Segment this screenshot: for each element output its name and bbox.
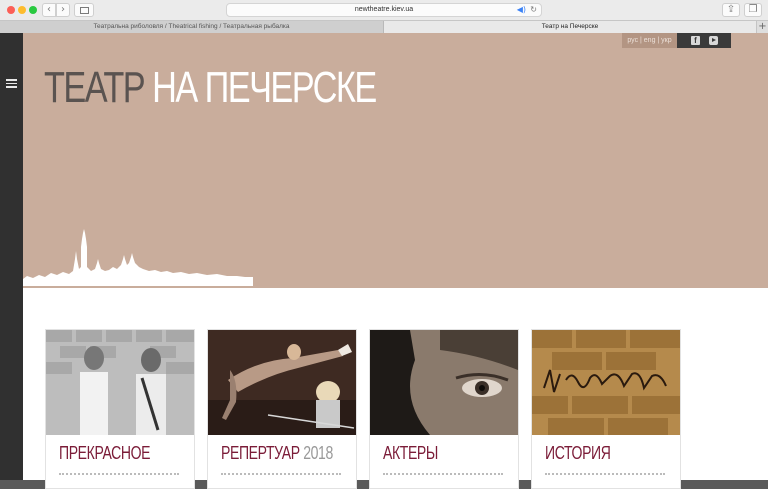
forward-button[interactable]: › xyxy=(56,3,70,17)
card-subtitle-dots xyxy=(221,473,341,476)
card-beautiful[interactable]: ПРЕКРАСНОЕ xyxy=(45,329,195,489)
side-menu-rail xyxy=(0,33,23,480)
card-image-repertoire xyxy=(208,330,356,435)
minimize-window-button[interactable] xyxy=(18,6,26,14)
tab-theatrical-fishing[interactable]: Театральна риболовля / Theatrical fishin… xyxy=(0,21,384,33)
card-history[interactable]: ИСТОРИЯ xyxy=(531,329,681,489)
close-window-button[interactable] xyxy=(7,6,15,14)
card-image-history xyxy=(532,330,680,435)
card-subtitle-dots xyxy=(59,473,179,476)
card-title-beautiful: ПРЕКРАСНОЕ xyxy=(59,443,151,463)
back-button[interactable]: ‹ xyxy=(42,3,56,17)
address-bar[interactable]: newtheatre.kiev.ua ◀) ↻ xyxy=(226,3,542,17)
card-image-beautiful xyxy=(46,330,194,435)
card-year: 2018 xyxy=(303,443,333,463)
card-repertoire[interactable]: РЕПЕРТУАР 2018 xyxy=(207,329,357,489)
card-title-history: ИСТОРИЯ xyxy=(545,443,611,463)
address-url: newtheatre.kiev.ua xyxy=(354,6,414,13)
kyiv-skyline-silhouette xyxy=(23,229,253,286)
reload-icon[interactable]: ↻ xyxy=(530,4,537,16)
card-subtitle-dots xyxy=(383,473,503,476)
zoom-window-button[interactable] xyxy=(29,6,37,14)
language-switcher[interactable]: рус | eng | укр xyxy=(622,33,677,48)
tab-overview-button[interactable]: ❐ xyxy=(744,3,762,17)
hero-banner: ТЕАТР НА ПЕЧЕРСКЕ рус | eng | укр f xyxy=(23,33,768,286)
site-title[interactable]: ТЕАТР НА ПЕЧЕРСКЕ xyxy=(44,58,377,118)
sidebar-icon xyxy=(79,7,89,14)
share-button[interactable]: ⇪ xyxy=(722,3,740,17)
browser-toolbar: ‹ › newtheatre.kiev.ua ◀) ↻ ⇪ ❐ xyxy=(0,0,768,20)
main-content: ПРЕКРАСНОЕ РЕПЕРТУАР 2018 АКТЕРЫ ИСТОРИЯ xyxy=(23,290,768,489)
browser-chrome: ‹ › newtheatre.kiev.ua ◀) ↻ ⇪ ❐ Театраль… xyxy=(0,0,768,33)
new-tab-button[interactable]: + xyxy=(756,21,768,33)
site-title-part1: ТЕАТР xyxy=(44,63,146,112)
card-actors[interactable]: АКТЕРЫ xyxy=(369,329,519,489)
tabs-icon: ❐ xyxy=(748,4,758,15)
chevron-right-icon: › xyxy=(61,4,65,15)
hamburger-menu-icon[interactable] xyxy=(6,79,17,88)
youtube-icon[interactable] xyxy=(709,36,718,45)
share-icon: ⇪ xyxy=(726,4,736,15)
chevron-left-icon: ‹ xyxy=(47,4,51,15)
speaker-icon[interactable]: ◀) xyxy=(517,4,526,16)
tab-theatre-pechersk[interactable]: Театр на Печерске xyxy=(384,21,756,33)
social-links: f xyxy=(677,33,731,48)
facebook-icon[interactable]: f xyxy=(691,36,700,45)
card-title-actors: АКТЕРЫ xyxy=(383,443,438,463)
card-image-actors xyxy=(370,330,518,435)
plus-icon: + xyxy=(758,21,767,32)
card-title-repertoire: РЕПЕРТУАР 2018 xyxy=(221,443,333,463)
site-title-part2: НА ПЕЧЕРСКЕ xyxy=(152,63,377,112)
sidebar-toggle-button[interactable] xyxy=(74,3,94,17)
card-subtitle-dots xyxy=(545,473,665,476)
tab-bar: Театральна риболовля / Theatrical fishin… xyxy=(0,20,768,33)
